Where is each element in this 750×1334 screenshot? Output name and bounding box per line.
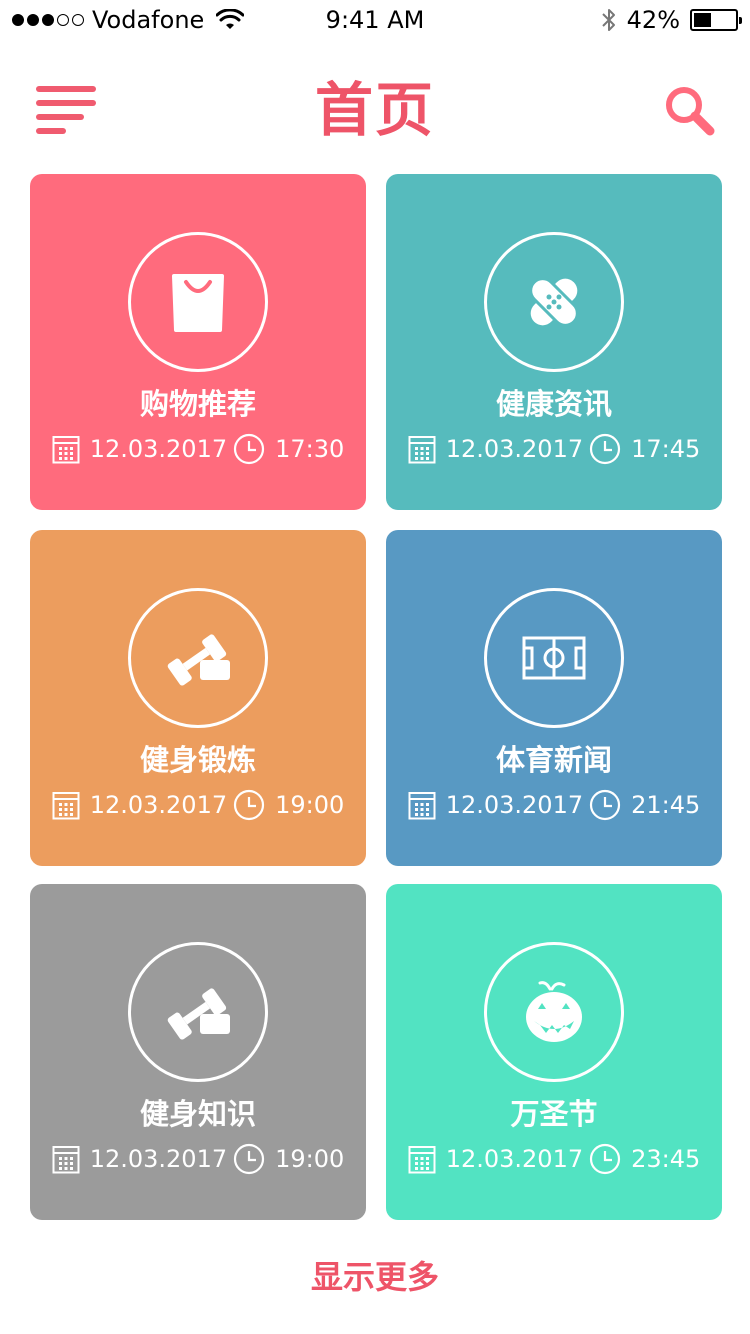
shopping-bag-icon	[128, 232, 268, 372]
card-meta: 12.03.2017 19:00	[30, 1142, 366, 1176]
bluetooth-icon	[601, 9, 615, 31]
card-date: 12.03.2017	[445, 791, 584, 819]
category-card[interactable]: 体育新闻 12.03.2017 21:45	[386, 530, 722, 866]
dumbbell-icon	[128, 942, 268, 1082]
calendar-icon	[408, 790, 436, 820]
card-date: 12.03.2017	[89, 1145, 228, 1173]
card-date: 12.03.2017	[445, 435, 584, 463]
card-meta: 12.03.2017 23:45	[386, 1142, 722, 1176]
card-date: 12.03.2017	[89, 435, 228, 463]
battery-percent: 42%	[626, 6, 680, 34]
category-card[interactable]: 万圣节 12.03.2017 23:45	[386, 884, 722, 1220]
clock-icon	[233, 789, 265, 821]
card-time: 19:00	[275, 791, 345, 819]
calendar-icon	[52, 1144, 80, 1174]
calendar-icon	[408, 1144, 436, 1174]
calendar-icon	[52, 434, 80, 464]
category-card[interactable]: 健身知识 12.03.2017 19:00	[30, 884, 366, 1220]
clock-icon	[589, 433, 621, 465]
soccer-field-icon	[484, 588, 624, 728]
show-more-button[interactable]: 显示更多	[0, 1254, 750, 1300]
card-title: 健康资讯	[495, 387, 612, 421]
card-time: 17:45	[631, 435, 701, 463]
clock-icon	[233, 433, 265, 465]
category-card[interactable]: 健康资讯 12.03.2017 17:45	[386, 174, 722, 510]
card-title: 体育新闻	[495, 743, 612, 777]
search-icon[interactable]	[664, 85, 716, 137]
card-date: 12.03.2017	[445, 1145, 584, 1173]
status-right: 42%	[601, 4, 742, 36]
card-meta: 12.03.2017 17:30	[30, 432, 366, 466]
category-card[interactable]: 购物推荐 12.03.2017 17:30	[30, 174, 366, 510]
card-title: 万圣节	[510, 1097, 598, 1131]
category-card[interactable]: 健身锻炼 12.03.2017 19:00	[30, 530, 366, 866]
page-title: 首页	[314, 76, 435, 144]
dumbbell-icon	[128, 588, 268, 728]
card-meta: 12.03.2017 17:45	[386, 432, 722, 466]
card-meta: 12.03.2017 21:45	[386, 788, 722, 822]
pumpkin-icon	[484, 942, 624, 1082]
card-title: 健身知识	[139, 1097, 256, 1131]
card-time: 23:45	[631, 1145, 701, 1173]
clock-icon	[589, 1143, 621, 1175]
card-time: 17:30	[275, 435, 345, 463]
calendar-icon	[408, 434, 436, 464]
card-title: 购物推荐	[139, 387, 256, 421]
bandage-icon	[484, 232, 624, 372]
battery-icon	[690, 9, 742, 31]
card-title: 健身锻炼	[139, 743, 256, 777]
card-meta: 12.03.2017 19:00	[30, 788, 366, 822]
clock-icon	[589, 789, 621, 821]
header: 首页	[0, 60, 750, 160]
card-time: 21:45	[631, 791, 701, 819]
clock-icon	[233, 1143, 265, 1175]
status-bar: Vodafone 9:41 AM 42%	[0, 0, 750, 40]
card-date: 12.03.2017	[89, 791, 228, 819]
calendar-icon	[52, 790, 80, 820]
card-time: 19:00	[275, 1145, 345, 1173]
